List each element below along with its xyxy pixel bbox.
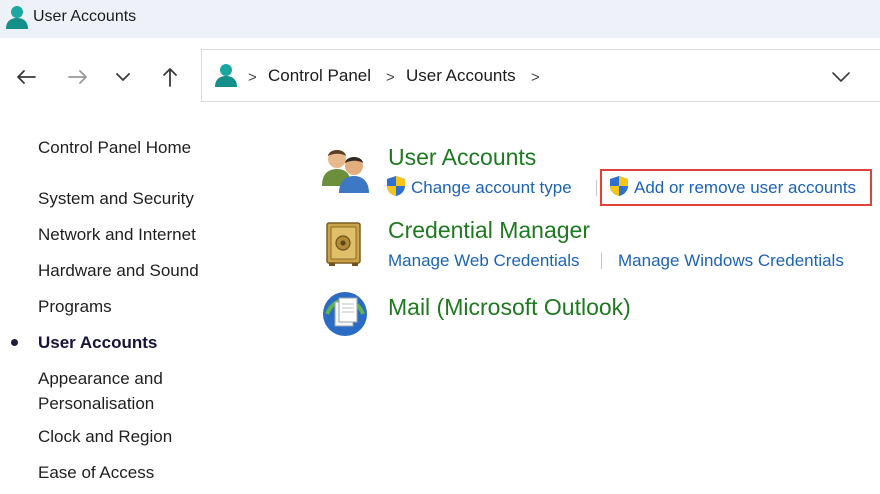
link-separator <box>601 253 602 269</box>
sidebar-item-programs[interactable]: Programs <box>38 294 112 319</box>
sidebar-item-system-security[interactable]: System and Security <box>38 186 194 211</box>
category-title-user-accounts[interactable]: User Accounts <box>388 144 536 171</box>
address-history-dropdown[interactable] <box>828 66 854 88</box>
category-title-mail-outlook[interactable]: Mail (Microsoft Outlook) <box>388 294 631 321</box>
chevron-down-icon <box>116 73 130 81</box>
sidebar-item-hardware-sound[interactable]: Hardware and Sound <box>38 258 199 283</box>
forward-button[interactable] <box>63 62 93 92</box>
category-title-credential-manager[interactable]: Credential Manager <box>388 217 590 244</box>
back-button[interactable] <box>11 62 41 92</box>
user-accounts-location-icon <box>215 64 237 87</box>
sidebar-control-panel-home[interactable]: Control Panel Home <box>38 135 191 160</box>
breadcrumb-separator: > <box>531 69 540 86</box>
manage-web-credentials-link[interactable]: Manage Web Credentials <box>388 251 580 271</box>
arrow-up-icon <box>163 68 177 87</box>
breadcrumb-user-accounts[interactable]: User Accounts <box>406 66 516 86</box>
title-bar: User Accounts <box>0 0 880 38</box>
user-accounts-app-icon <box>6 6 28 29</box>
up-button[interactable] <box>155 62 185 92</box>
link-separator <box>596 180 597 196</box>
address-bar[interactable]: > Control Panel > User Accounts > <box>201 49 880 102</box>
sidebar-item-ease-of-access[interactable]: Ease of Access <box>38 460 154 485</box>
window-title: User Accounts <box>33 8 137 25</box>
breadcrumb-control-panel[interactable]: Control Panel <box>268 66 371 86</box>
sidebar-item-user-accounts[interactable]: User Accounts <box>38 330 157 355</box>
users-icon <box>322 150 369 193</box>
vault-icon <box>326 222 361 266</box>
uac-shield-icon <box>610 176 628 196</box>
mail-icon <box>323 292 367 336</box>
active-item-bullet <box>11 339 18 346</box>
add-remove-user-accounts-link[interactable]: Add or remove user accounts <box>634 178 856 198</box>
arrow-right-icon <box>68 70 87 84</box>
change-account-type-link[interactable]: Change account type <box>411 178 572 198</box>
recent-locations-button[interactable] <box>108 62 138 92</box>
uac-shield-icon <box>387 176 405 196</box>
breadcrumb-separator: > <box>386 69 395 86</box>
manage-windows-credentials-link[interactable]: Manage Windows Credentials <box>618 251 844 271</box>
sidebar-item-network-internet[interactable]: Network and Internet <box>38 222 196 247</box>
sidebar-item-clock-region[interactable]: Clock and Region <box>38 424 172 449</box>
breadcrumb-separator: > <box>248 69 257 86</box>
chevron-down-icon <box>832 72 850 82</box>
sidebar-item-appearance-personalisation[interactable]: Appearance and Personalisation <box>38 366 163 416</box>
arrow-left-icon <box>17 70 36 84</box>
